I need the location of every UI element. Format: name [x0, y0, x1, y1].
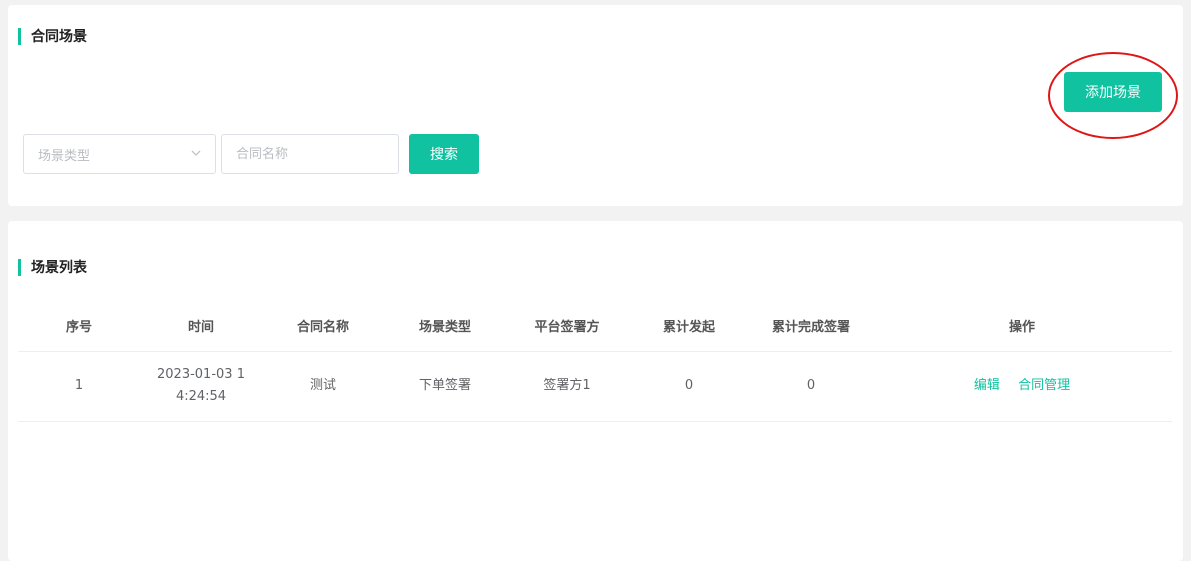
- cell-index: 1: [18, 351, 140, 422]
- contract-name-input[interactable]: [221, 134, 399, 174]
- contract-management-link[interactable]: 合同管理: [1018, 378, 1070, 393]
- section-title: 合同场景: [18, 27, 87, 45]
- table-row: 1 2023-01-03 14:24:54 测试 下单签署 签署方1 0 0 编…: [18, 351, 1172, 422]
- cell-time: 2023-01-03 14:24:54: [140, 351, 262, 422]
- cell-platform-signer: 签署方1: [506, 351, 628, 422]
- cell-total-completed: 0: [750, 351, 872, 422]
- add-scene-button[interactable]: 添加场景: [1064, 72, 1162, 112]
- column-header-total-initiated: 累计发起: [628, 301, 750, 352]
- chevron-down-icon: [191, 150, 201, 156]
- title-accent-bar: [18, 27, 21, 45]
- column-header-platform-signer: 平台签署方: [506, 301, 628, 352]
- title-accent-bar: [18, 258, 21, 276]
- section-title-text: 场景列表: [31, 260, 87, 276]
- cell-total-initiated: 0: [628, 351, 750, 422]
- cell-actions: 编辑 合同管理: [872, 351, 1172, 422]
- scene-type-placeholder: 场景类型: [38, 148, 91, 164]
- cell-time-text: 2023-01-03 14:24:54: [157, 367, 245, 404]
- cell-contract-name: 测试: [262, 351, 384, 422]
- search-button[interactable]: 搜索: [409, 134, 479, 174]
- column-header-scene-type: 场景类型: [384, 301, 506, 352]
- column-header-total-completed: 累计完成签署: [750, 301, 872, 352]
- section-title: 场景列表: [18, 258, 87, 276]
- table-header-row: 序号 时间 合同名称 场景类型 平台签署方 累计发起 累计完成签署 操作: [18, 301, 1172, 352]
- section-title-text: 合同场景: [31, 29, 87, 45]
- column-header-contract-name: 合同名称: [262, 301, 384, 352]
- column-header-actions: 操作: [872, 301, 1172, 352]
- scene-table: 序号 时间 合同名称 场景类型 平台签署方 累计发起 累计完成签署 操作 1 2…: [18, 301, 1172, 422]
- scene-type-select[interactable]: 场景类型: [23, 134, 216, 174]
- edit-link[interactable]: 编辑: [974, 378, 1000, 393]
- contract-scene-panel: 合同场景 添加场景 场景类型 搜索: [8, 5, 1183, 206]
- column-header-index: 序号: [18, 301, 140, 352]
- cell-scene-type: 下单签署: [384, 351, 506, 422]
- scene-list-panel: 场景列表 序号 时间 合同名称 场景类型 平台签署方 累计发起 累计完成签署 操…: [8, 221, 1183, 561]
- column-header-time: 时间: [140, 301, 262, 352]
